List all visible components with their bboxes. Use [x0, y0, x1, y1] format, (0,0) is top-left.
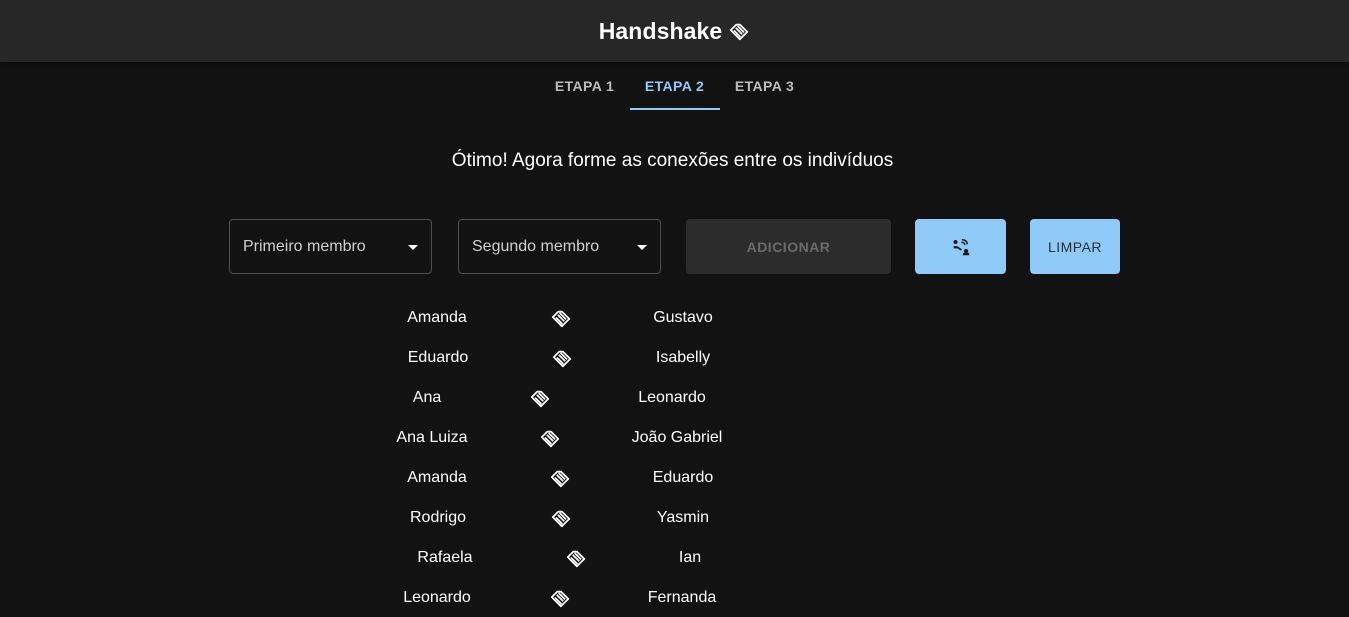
connection-right-name: João Gabriel [631, 429, 723, 446]
chevron-down-icon [637, 245, 647, 250]
connection-right-name: Leonardo [638, 389, 706, 406]
handshake-icon [549, 587, 571, 609]
tab-etapa-1[interactable]: ETAPA 1 [540, 62, 630, 110]
second-member-placeholder: Segundo membro [472, 237, 600, 255]
add-button[interactable]: ADICIONAR [686, 219, 891, 274]
connection-left-name: Rodrigo [409, 509, 467, 526]
first-member-select[interactable]: Primeiro membro [229, 219, 432, 274]
brand: Handshake [599, 18, 751, 45]
handshake-icon [551, 347, 573, 369]
connect-icon [952, 238, 969, 255]
connection-right-name: Isabelly [655, 349, 711, 366]
connection-right-name: Yasmin [656, 509, 710, 526]
tab-etapa-2[interactable]: ETAPA 2 [629, 62, 720, 110]
chevron-down-icon [408, 245, 418, 250]
connection-left-name: Amanda [407, 469, 467, 486]
connection-left-name: Ana Luiza [396, 429, 468, 446]
clear-button[interactable]: LIMPAR [1030, 219, 1120, 274]
connection-right-name: Fernanda [647, 589, 717, 606]
handshake-icon [550, 507, 572, 529]
connection-right-name: Eduardo [652, 469, 714, 486]
second-member-select[interactable]: Segundo membro [458, 219, 661, 274]
handshake-icon [565, 547, 587, 569]
app-title: Handshake [598, 17, 723, 44]
handshake-icon [550, 307, 572, 329]
app-bar: Handshake [0, 0, 1349, 62]
connection-left-name: Amanda [407, 309, 467, 326]
connection-left-name: Rafaela [417, 549, 473, 566]
connect-button[interactable] [915, 219, 1006, 274]
first-member-placeholder: Primeiro membro [243, 237, 366, 255]
instruction-text: Ótimo! Agora forme as conexões entre os … [451, 150, 894, 171]
connection-left-name: Ana [412, 389, 442, 406]
connection-left-name: Eduardo [407, 349, 469, 366]
tab-etapa-3[interactable]: ETAPA 3 [720, 62, 810, 110]
stepper-tabs: ETAPA 1 ETAPA 2 ETAPA 3 [0, 62, 1349, 110]
handshake-icon [529, 387, 551, 409]
handshake-icon [539, 427, 561, 449]
connection-right-name: Gustavo [653, 309, 713, 326]
handshake-icon [728, 20, 750, 42]
handshake-icon [549, 467, 571, 489]
connection-right-name: Ian [678, 549, 702, 566]
connection-left-name: Leonardo [403, 589, 471, 606]
